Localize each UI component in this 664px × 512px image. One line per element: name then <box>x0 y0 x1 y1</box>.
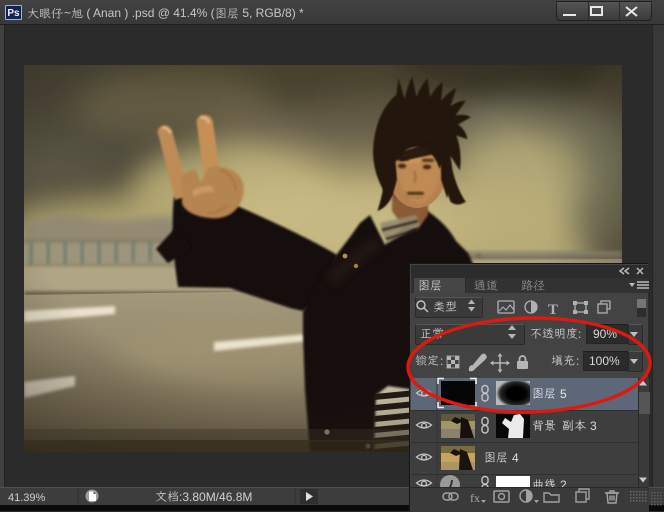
svg-text:Ps: Ps <box>7 8 20 19</box>
svg-text:( Anan ) .psd @ 41.4% (: ( Anan ) .psd @ 41.4% ( <box>83 6 215 20</box>
svg-text:T: T <box>548 302 558 318</box>
svg-text::: : <box>576 354 579 368</box>
svg-text::: : <box>578 327 581 341</box>
svg-text:100%: 100% <box>589 354 620 368</box>
svg-text:41.39%: 41.39% <box>8 492 46 504</box>
svg-text::: : <box>440 354 443 368</box>
svg-text:fx: fx <box>470 491 480 505</box>
svg-text:4: 4 <box>512 451 519 465</box>
svg-text:5, RGB/8) *: 5, RGB/8) * <box>239 6 304 20</box>
svg-text:5: 5 <box>560 387 567 401</box>
svg-text:~: ~ <box>64 6 71 20</box>
svg-text:3: 3 <box>590 419 597 433</box>
svg-text::3.80M/46.8M: :3.80M/46.8M <box>179 490 252 504</box>
